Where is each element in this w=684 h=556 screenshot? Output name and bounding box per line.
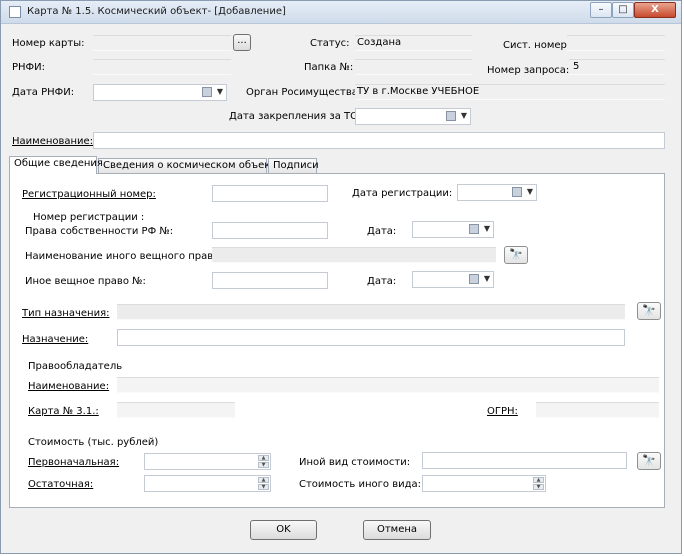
reg-number-label: Регистрационный номер: xyxy=(22,189,156,200)
rnfi-date-picker[interactable]: ▼ xyxy=(93,84,227,101)
dialog-window: Карта № 1.5. Космический объект- [Добавл… xyxy=(0,0,682,554)
other-cost-search-button[interactable]: 🔭 xyxy=(637,452,661,470)
sys-number-label: Сист. номер. xyxy=(503,40,571,51)
binoculars-icon: 🔭 xyxy=(642,454,656,467)
calendar-icon xyxy=(469,224,479,234)
card-browse-button[interactable]: ... xyxy=(233,34,251,51)
card31-label: Карта № 3.1.: xyxy=(28,406,99,417)
tab-signatures[interactable]: Подписи xyxy=(268,158,319,174)
spin-down-icon[interactable]: ▼ xyxy=(533,484,544,490)
ogrn-field xyxy=(536,402,659,418)
date-label-1: Дата: xyxy=(367,226,397,237)
other-cost-label: Стоимость иного вида: xyxy=(299,479,421,490)
other-right-date-picker[interactable]: ▼ xyxy=(412,271,494,288)
ogrn-label: ОГРН: xyxy=(487,406,518,417)
close-button[interactable]: X xyxy=(634,2,676,18)
purpose-type-field xyxy=(117,304,625,320)
ownership-input[interactable] xyxy=(212,222,328,239)
request-number-field: 5 xyxy=(569,59,665,75)
other-right-search-button[interactable]: 🔭 xyxy=(504,246,528,264)
purpose-type-label: Тип назначения: xyxy=(22,308,110,319)
reg-number-input[interactable] xyxy=(212,185,328,202)
ownership-label: Права собственности РФ №: xyxy=(25,226,174,237)
reg-date-label: Дата регистрации: xyxy=(352,188,453,199)
app-icon xyxy=(9,6,21,18)
minimize-button[interactable]: – xyxy=(590,2,612,18)
request-number-label: Номер запроса: xyxy=(487,65,570,76)
other-cost-type-input[interactable] xyxy=(422,452,627,469)
binoculars-icon: 🔭 xyxy=(509,248,523,261)
purpose-label: Назначение: xyxy=(22,334,89,345)
folder-field xyxy=(355,59,472,75)
calendar-icon xyxy=(202,87,212,97)
rnfi-field xyxy=(93,59,231,75)
chevron-down-icon: ▼ xyxy=(526,187,533,196)
name-label: Наименование: xyxy=(12,136,94,147)
date-label-2: Дата: xyxy=(367,276,397,287)
holder-name-field xyxy=(117,377,659,393)
status-field: Создана xyxy=(355,35,472,51)
assign-date-picker[interactable]: ▼ xyxy=(355,108,471,125)
residual-cost-spinner[interactable]: ▲ ▼ xyxy=(144,475,271,492)
chevron-down-icon: ▼ xyxy=(216,87,223,96)
initial-cost-spinner[interactable]: ▲ ▼ xyxy=(144,453,271,470)
chevron-down-icon: ▼ xyxy=(483,224,490,233)
ok-button[interactable]: OK xyxy=(250,520,317,540)
name-input[interactable] xyxy=(93,132,665,149)
binoculars-icon: 🔭 xyxy=(642,304,656,317)
rnfi-label: РНФИ: xyxy=(12,62,46,73)
card-number-label: Номер карты: xyxy=(12,38,85,49)
sys-number-field xyxy=(567,35,665,51)
spin-up-icon[interactable]: ▲ xyxy=(258,455,269,461)
other-right-name-field xyxy=(212,247,496,263)
reg-date-picker[interactable]: ▼ xyxy=(457,184,537,201)
other-right-no-input[interactable] xyxy=(212,272,328,289)
card-number-field xyxy=(93,35,231,51)
holder-heading: Правообладатель xyxy=(28,361,123,372)
spin-up-icon[interactable]: ▲ xyxy=(258,477,269,483)
chevron-down-icon: ▼ xyxy=(460,111,467,120)
residual-cost-label: Остаточная: xyxy=(28,479,94,490)
status-label: Статус: xyxy=(310,38,350,49)
other-cost-type-label: Иной вид стоимости: xyxy=(299,457,411,468)
spin-up-icon[interactable]: ▲ xyxy=(533,477,544,483)
cancel-button[interactable]: Отмена xyxy=(363,520,431,540)
authority-label: Орган Росимущества: xyxy=(246,87,362,98)
chevron-down-icon: ▼ xyxy=(483,274,490,283)
holder-name-label: Наименование: xyxy=(28,381,110,392)
other-right-name-label: Наименование иного вещного права: xyxy=(25,251,223,262)
other-cost-spinner[interactable]: ▲ ▼ xyxy=(422,475,546,492)
spin-down-icon[interactable]: ▼ xyxy=(258,462,269,468)
title-bar[interactable]: Карта № 1.5. Космический объект- [Добавл… xyxy=(1,1,681,24)
tab-space-object[interactable]: Сведения о космическом объекте xyxy=(98,158,282,174)
maximize-button[interactable]: □ xyxy=(612,2,634,18)
tab-general[interactable]: Общие сведения xyxy=(9,156,103,174)
other-right-no-label: Иное вещное право №: xyxy=(25,276,146,287)
cost-heading: Стоимость (тыс. рублей) xyxy=(28,437,159,448)
calendar-icon xyxy=(446,111,456,121)
reg-no-heading: Номер регистрации : xyxy=(33,212,145,223)
initial-cost-label: Первоначальная: xyxy=(28,457,120,468)
assign-date-label: Дата закрепления за ТО: xyxy=(229,111,362,122)
card31-field xyxy=(117,402,235,418)
folder-label: Папка №: xyxy=(304,62,354,73)
authority-field: ТУ в г.Москве УЧЕБНОЕ xyxy=(355,84,665,100)
calendar-icon xyxy=(469,274,479,284)
calendar-icon xyxy=(512,187,522,197)
spin-down-icon[interactable]: ▼ xyxy=(258,484,269,490)
purpose-type-search-button[interactable]: 🔭 xyxy=(637,302,661,320)
window-title: Карта № 1.5. Космический объект- [Добавл… xyxy=(27,6,286,17)
purpose-input[interactable] xyxy=(117,329,625,346)
ownership-date-picker[interactable]: ▼ xyxy=(412,221,494,238)
rnfi-date-label: Дата РНФИ: xyxy=(12,87,75,98)
